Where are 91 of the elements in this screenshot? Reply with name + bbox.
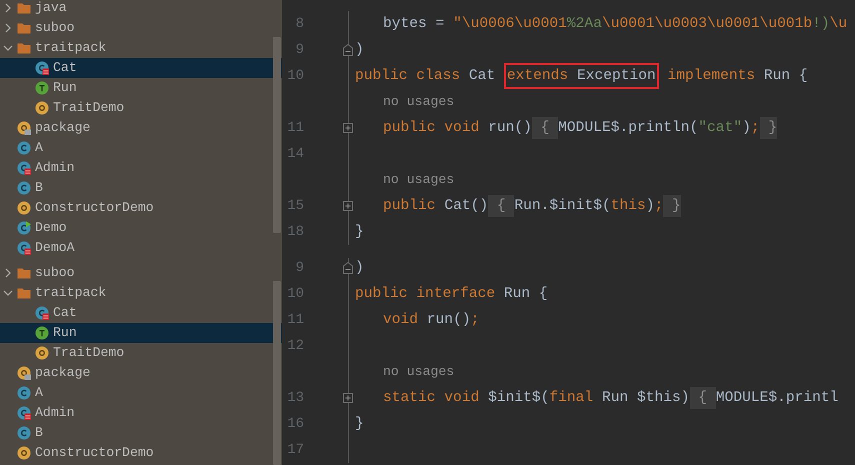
- tree-item[interactable]: suboo: [0, 18, 282, 38]
- class-icon: [17, 386, 31, 400]
- code-text: ): [355, 259, 364, 278]
- code-text: public class Cat: [355, 67, 496, 86]
- tree-item[interactable]: Admin: [0, 158, 282, 178]
- package-icon: [17, 366, 31, 380]
- expand-icon[interactable]: [343, 123, 353, 133]
- tree-item[interactable]: A: [0, 383, 282, 403]
- package-icon: [17, 121, 31, 135]
- folder-icon: [17, 266, 31, 280]
- folded-code[interactable]: {: [690, 387, 716, 409]
- folder-icon: [17, 286, 31, 300]
- tree-item[interactable]: Run: [0, 323, 282, 343]
- line-number: 12: [287, 338, 304, 354]
- code-text: ): [355, 41, 364, 60]
- code-text: bytes = "\u0006\u0001%2Aa\u0001\u0003\u0001\u001b!)\u: [383, 15, 848, 34]
- folder-icon: [17, 41, 31, 55]
- tree-item[interactable]: DemoA: [0, 238, 282, 258]
- class-icon: [17, 141, 31, 155]
- code-text: static void $init$(final Run $this): [383, 389, 690, 408]
- line-number: 9: [296, 42, 304, 58]
- usage-hint: no usages: [383, 171, 454, 189]
- line-number: 9: [296, 260, 304, 276]
- scrollbar[interactable]: [273, 37, 281, 233]
- tree-item[interactable]: package: [0, 363, 282, 383]
- class-icon: [17, 181, 31, 195]
- object-icon: [17, 446, 31, 460]
- trait-icon: [35, 326, 49, 340]
- class-icon: [17, 426, 31, 440]
- collapse-icon[interactable]: [343, 262, 353, 274]
- line-number: 18: [287, 224, 304, 240]
- code-text: void run();: [383, 311, 480, 330]
- tree-item[interactable]: ConstructorDemo: [0, 443, 282, 463]
- tree-item[interactable]: java: [0, 0, 282, 18]
- collapse-icon[interactable]: [343, 44, 353, 56]
- line-number: 11: [287, 120, 304, 136]
- class-error-icon: [35, 306, 49, 320]
- tree-item[interactable]: Cat: [0, 303, 282, 323]
- trait-icon: [35, 81, 49, 95]
- tree-item[interactable]: suboo: [0, 263, 282, 283]
- tree-item[interactable]: TraitDemo: [0, 98, 282, 118]
- code-text: MODULE$.printl: [716, 389, 838, 408]
- object-icon: [17, 201, 31, 215]
- code-text: public interface Run {: [355, 285, 548, 304]
- line-number: 10: [287, 68, 304, 84]
- tree-item[interactable]: A: [0, 138, 282, 158]
- expand-icon[interactable]: [343, 201, 353, 211]
- tree-item[interactable]: traitpack: [0, 283, 282, 303]
- line-number: 10: [287, 286, 304, 302]
- code-text: public Cat(): [383, 197, 488, 216]
- line-number: 13: [287, 390, 304, 406]
- code-text: Run.$init$(this);: [514, 197, 664, 216]
- line-number: 15: [287, 198, 304, 214]
- expand-icon[interactable]: [343, 393, 353, 403]
- class-error-icon: [35, 61, 49, 75]
- object-icon: [35, 346, 49, 360]
- code-text: }: [355, 415, 364, 434]
- tree-item[interactable]: B: [0, 423, 282, 443]
- folder-icon: [17, 21, 31, 35]
- tree-item[interactable]: Admin: [0, 403, 282, 423]
- folded-code[interactable]: }: [663, 195, 681, 217]
- line-number: 16: [287, 416, 304, 432]
- tree-item[interactable]: TraitDemo: [0, 343, 282, 363]
- line-number: 8: [296, 16, 304, 32]
- usage-hint: no usages: [383, 363, 454, 381]
- line-number: 17: [287, 442, 304, 458]
- folded-code[interactable]: {: [488, 195, 514, 217]
- object-icon: [35, 101, 49, 115]
- class-error-icon: [17, 406, 31, 420]
- tree-item[interactable]: Run: [0, 78, 282, 98]
- scrollbar[interactable]: [273, 281, 281, 465]
- folded-code[interactable]: }: [760, 117, 778, 139]
- line-number: 14: [287, 146, 304, 162]
- class-run-icon: [17, 221, 31, 235]
- line-number: 11: [287, 312, 304, 328]
- folder-icon: [17, 1, 31, 15]
- tree-item[interactable]: package: [0, 118, 282, 138]
- highlight-box: extends Exception: [504, 63, 659, 89]
- code-text: }: [355, 223, 364, 242]
- tree-item[interactable]: Cat: [0, 58, 282, 78]
- tree-item[interactable]: ConstructorDemo: [0, 198, 282, 218]
- tree-item[interactable]: traitpack: [0, 38, 282, 58]
- code-text: MODULE$.println("cat");: [558, 119, 760, 138]
- class-error-icon: [17, 241, 31, 255]
- tree-item[interactable]: B: [0, 178, 282, 198]
- tree-item[interactable]: Demo: [0, 218, 282, 238]
- folded-code[interactable]: {: [532, 117, 558, 139]
- code-text: public void run(): [383, 119, 532, 138]
- code-text: implements Run {: [666, 67, 808, 86]
- class-error-icon: [17, 161, 31, 175]
- usage-hint: no usages: [383, 93, 454, 111]
